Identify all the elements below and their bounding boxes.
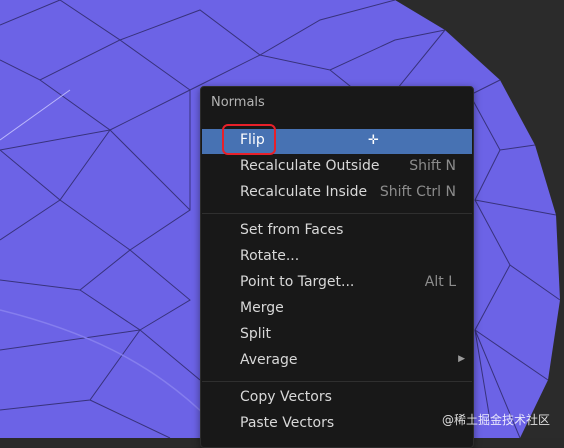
annotation-highlight-box [222,124,276,155]
menu-separator [202,381,472,382]
shortcut-label: Shift N [409,158,456,174]
menu-item-label: Rotate... [240,248,300,264]
menu-item-label: Set from Faces [240,222,344,238]
shortcut-label: Alt L [424,274,456,290]
menu-item-paste-vectors[interactable]: Paste Vectors [202,412,472,437]
menu-item-label: Point to Target... [240,274,355,290]
menu-title: Normals [211,95,265,110]
menu-item-label: Recalculate Outside [240,158,380,174]
menu-item-label: Average [240,352,298,368]
menu-item-label: Copy Vectors [240,389,332,405]
crosshair-cursor-icon: ✛ [368,133,379,148]
submenu-arrow-icon: ▶ [458,354,465,364]
menu-item-rotate[interactable]: Rotate... [202,245,472,270]
menu-item-split[interactable]: Split [202,323,472,348]
menu-separator [202,213,472,214]
menu-item-recalculate-outside[interactable]: Recalculate Outside Shift N [202,155,472,180]
menu-item-average[interactable]: Average ▶ [202,349,472,374]
menu-item-copy-vectors[interactable]: Copy Vectors [202,386,472,411]
menu-item-label: Recalculate Inside [240,184,368,200]
menu-item-point-to-target[interactable]: Point to Target... Alt L [202,271,472,296]
menu-item-recalculate-inside[interactable]: Recalculate Inside Shift Ctrl N [202,181,472,206]
menu-item-label: Merge [240,300,284,316]
shortcut-label: Shift Ctrl N [379,184,456,200]
menu-item-merge[interactable]: Merge [202,297,472,322]
menu-item-label: Split [240,326,272,342]
watermark: @稀土掘金技术社区 [441,413,550,427]
menu-item-set-from-faces[interactable]: Set from Faces [202,219,472,244]
menu-item-label: Paste Vectors [240,415,335,431]
